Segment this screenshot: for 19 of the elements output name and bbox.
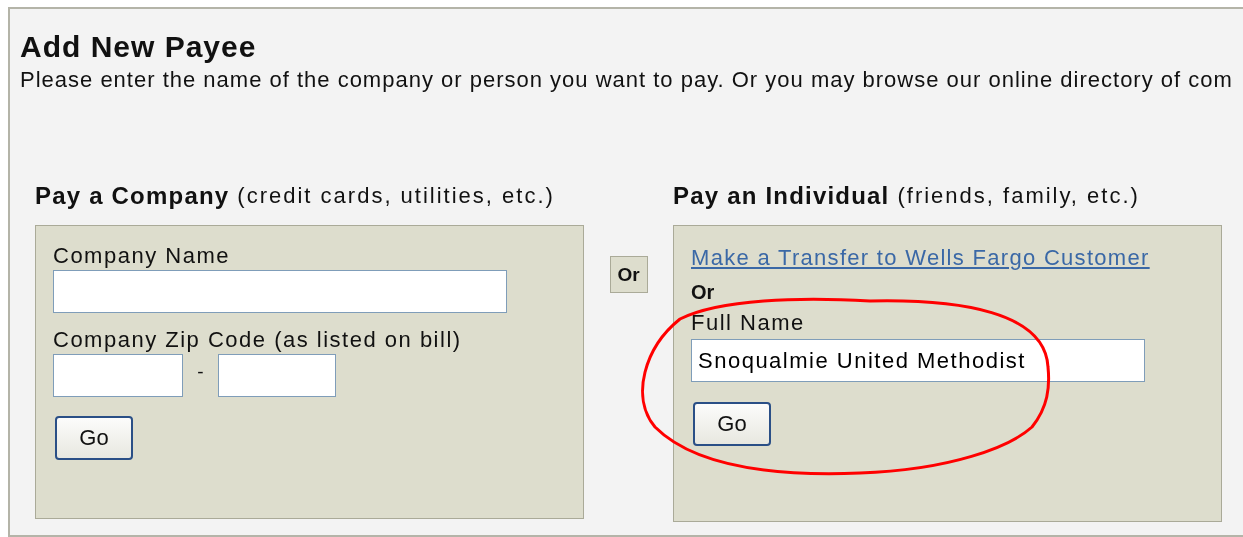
section-heading: Pay an Individual: [673, 182, 890, 210]
go-button[interactable]: Go: [55, 416, 133, 460]
page-title: Add New Payee: [20, 31, 258, 63]
intro-text: Please enter the name of the company or person you want to pay. Or you may browse our online directory of com: [20, 67, 1234, 93]
section-heading: Pay a Company: [35, 182, 230, 210]
zip-code-field[interactable]: [53, 354, 183, 397]
transfer-link[interactable]: Make a Transfer to Wells Fargo Customer: [691, 243, 1150, 273]
section-note: (friends, family, etc.): [897, 183, 1140, 209]
go-button[interactable]: Go: [693, 402, 771, 446]
or-text: Or: [691, 280, 716, 305]
field-label: Full Name: [691, 310, 805, 336]
field-label: Company Name: [53, 243, 231, 269]
zip-extension-field[interactable]: [218, 354, 336, 397]
field-label: Company Zip Code (as listed on bill): [53, 327, 463, 353]
company-name-field[interactable]: [53, 270, 507, 313]
section-note: (credit cards, utilities, etc.): [237, 183, 555, 209]
full-name-field[interactable]: Snoqualmie United Methodist: [691, 339, 1145, 382]
or-label: Or: [609, 256, 648, 293]
zip-separator: -: [196, 360, 205, 383]
